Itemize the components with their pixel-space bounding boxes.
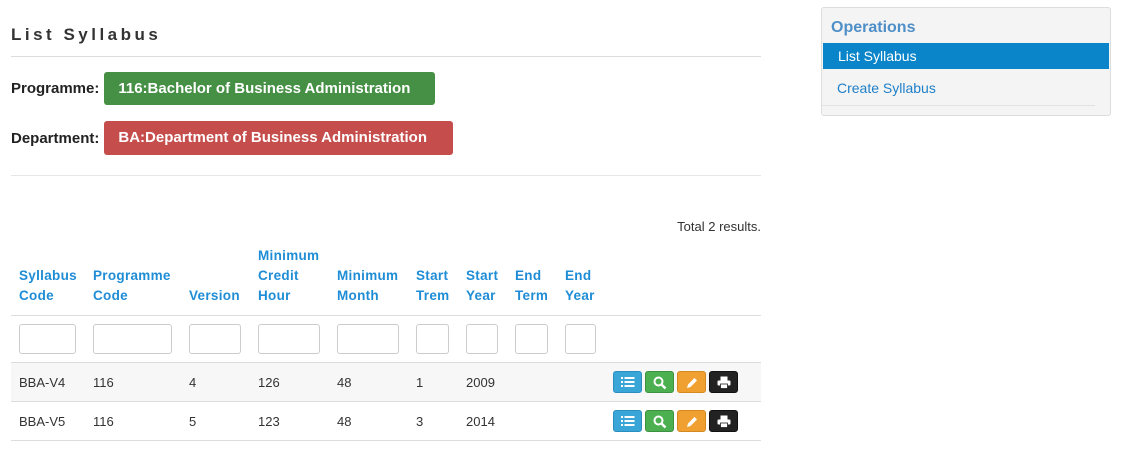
sidebar-item-create-syllabus[interactable]: Create Syllabus <box>822 70 1095 106</box>
cell-programme-code: 116 <box>85 401 181 441</box>
cell-programme-code: 116 <box>85 362 181 402</box>
filter-start-term[interactable] <box>416 324 449 354</box>
row-actions <box>605 362 761 402</box>
cell-min-month: 48 <box>329 401 408 441</box>
cell-end-term <box>507 401 557 441</box>
cell-start-year: 2014 <box>458 401 507 441</box>
filter-min-credit-hour[interactable] <box>258 324 320 354</box>
print-icon <box>717 376 731 389</box>
filter-end-year[interactable] <box>565 324 596 354</box>
pencil-icon <box>687 378 697 388</box>
cell-min-month: 48 <box>329 362 408 402</box>
search-button[interactable] <box>645 410 674 432</box>
view-button[interactable] <box>613 371 642 393</box>
search-icon <box>653 376 667 390</box>
row-actions <box>605 401 761 441</box>
operations-title: Operations <box>831 19 916 36</box>
col-header-actions <box>605 246 761 316</box>
main-content: List Syllabus Programme: 116:Bachelor of… <box>11 0 761 441</box>
filter-start-year[interactable] <box>466 324 498 354</box>
sidebar-item-list-syllabus[interactable]: List Syllabus <box>823 43 1109 69</box>
view-button[interactable] <box>613 410 642 432</box>
col-header-programme-code[interactable]: Programme Code <box>85 246 181 316</box>
filter-end-term[interactable] <box>515 324 548 354</box>
table-row: BBA-V5 116 5 123 48 3 2014 <box>11 401 761 441</box>
col-header-min-credit-hour[interactable]: Minimum Credit Hour <box>250 246 329 316</box>
cell-version: 4 <box>181 362 250 402</box>
department-badge: BA:Department of Business Administration <box>104 121 454 155</box>
pencil-icon <box>687 417 697 427</box>
filter-programme-code[interactable] <box>93 324 172 354</box>
cell-start-term: 3 <box>408 401 458 441</box>
cell-start-term: 1 <box>408 362 458 402</box>
filter-syllabus-code[interactable] <box>19 324 76 354</box>
cell-syllabus-code: BBA-V4 <box>11 362 85 402</box>
col-header-start-term[interactable]: Start Trem <box>408 246 458 316</box>
col-header-min-month[interactable]: Minimum Month <box>329 246 408 316</box>
list-icon <box>621 416 635 426</box>
list-icon <box>621 377 635 387</box>
results-summary: Total 2 results. <box>677 219 761 234</box>
cell-version: 5 <box>181 401 250 441</box>
col-header-end-year[interactable]: End Year <box>557 246 605 316</box>
table-row: BBA-V4 116 4 126 48 1 2009 <box>11 362 761 402</box>
department-row: Department: BA:Department of Business Ad… <box>11 121 761 155</box>
cell-min-credit-hour: 123 <box>250 401 329 441</box>
programme-row: Programme: 116:Bachelor of Business Admi… <box>11 72 761 105</box>
cell-end-year <box>557 362 605 402</box>
programme-label: Programme: <box>11 80 100 97</box>
cell-min-credit-hour: 126 <box>250 362 329 402</box>
cell-syllabus-code: BBA-V5 <box>11 401 85 441</box>
print-button[interactable] <box>709 371 738 393</box>
programme-badge: 116:Bachelor of Business Administration <box>104 72 436 105</box>
print-button[interactable] <box>709 410 738 432</box>
edit-button[interactable] <box>677 371 706 393</box>
search-button[interactable] <box>645 371 674 393</box>
filter-min-month[interactable] <box>337 324 399 354</box>
cell-end-year <box>557 401 605 441</box>
filter-version[interactable] <box>189 324 241 354</box>
edit-button[interactable] <box>677 410 706 432</box>
filter-row <box>11 315 761 363</box>
col-header-version[interactable]: Version <box>181 246 250 316</box>
print-icon <box>717 415 731 428</box>
syllabus-table: Syllabus Code Programme Code Version Minim… <box>11 246 761 441</box>
divider <box>11 175 761 176</box>
col-header-syllabus-code[interactable]: Syllabus Code <box>11 246 85 316</box>
search-icon <box>653 415 667 429</box>
cell-start-year: 2009 <box>458 362 507 402</box>
col-header-start-year[interactable]: Start Year <box>458 246 507 316</box>
header-row: Syllabus Code Programme Code Version Minim… <box>11 246 761 316</box>
page-title: List Syllabus <box>11 0 761 57</box>
col-header-end-term[interactable]: End Term <box>507 246 557 316</box>
cell-end-term <box>507 362 557 402</box>
operations-panel: Operations List Syllabus Create Syllabus <box>821 7 1111 116</box>
department-label: Department: <box>11 129 100 147</box>
